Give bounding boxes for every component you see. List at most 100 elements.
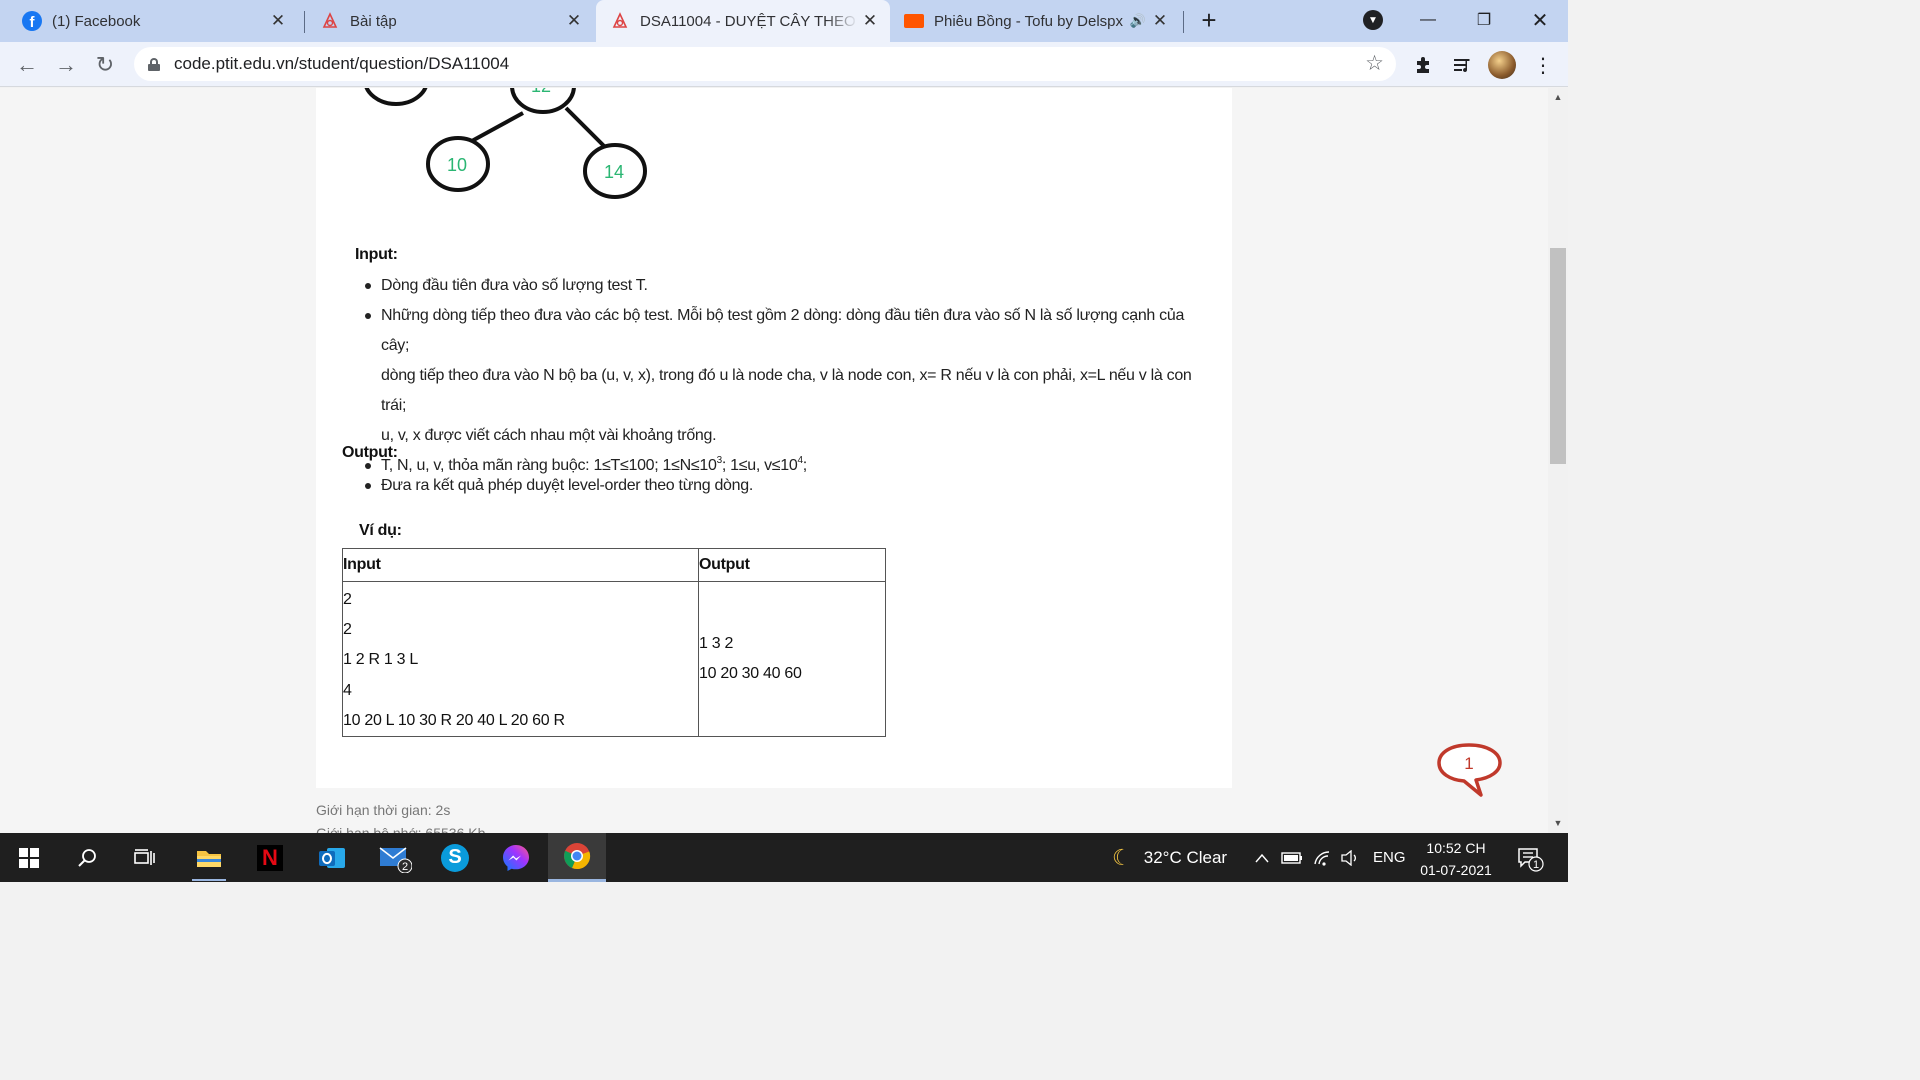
scrollbar-thumb[interactable] [1550, 248, 1566, 464]
example-table: Input Output 2 2 1 2 R 1 3 L 4 10 20 L 1… [342, 548, 886, 737]
ptit-icon [320, 11, 340, 31]
minimize-button[interactable]: — [1402, 0, 1454, 40]
close-tab-icon[interactable]: ✕ [562, 9, 586, 33]
page-viewport: 4 12 10 14 Input: Dòng đầu tiên đưa vào … [0, 88, 1548, 833]
clock[interactable]: 10:52 CH 01-07-2021 [1404, 837, 1508, 881]
tab-title: Phiêu Bồng - Tofu by Delspx [934, 12, 1124, 30]
tab-dsa11004[interactable]: DSA11004 - DUYỆT CÂY THEO MỨC ✕ [596, 0, 890, 42]
ptit-icon [610, 11, 630, 31]
list-item-line: dòng tiếp theo đưa vào N bộ ba (u, v, x)… [381, 367, 1192, 414]
scroll-up-arrow[interactable]: ▲ [1553, 92, 1563, 102]
speaker-icon[interactable]: 🔊 [1130, 13, 1146, 29]
tab-facebook[interactable]: f (1) Facebook ✕ [8, 0, 298, 42]
moon-icon: ☾ [1112, 844, 1132, 870]
tab-separator [304, 11, 305, 33]
netflix-icon[interactable]: N [241, 833, 299, 882]
column-header-input: Input [342, 548, 699, 582]
input-line: 2 [343, 591, 352, 608]
search-icon[interactable] [58, 833, 116, 882]
media-control-icon[interactable] [1447, 50, 1477, 80]
windows-taskbar: N 2 S ☾ 32°C Clear ENG 10:52 CH 01-07-20… [0, 833, 1568, 882]
facebook-icon: f [22, 11, 42, 31]
memory-limit: Giới hạn bộ nhớ: 65536 Kb [316, 825, 486, 833]
start-icon[interactable] [0, 833, 58, 882]
wifi-icon[interactable] [1313, 833, 1333, 882]
notification-count: 1 [1533, 859, 1539, 871]
output-heading: Output: [342, 444, 398, 461]
reload-icon[interactable]: ↻ [90, 50, 120, 80]
binary-tree-figure: 4 12 10 14 [364, 88, 647, 199]
profile-avatar[interactable] [1488, 51, 1516, 79]
example-heading: Ví dụ: [359, 522, 402, 539]
volume-icon[interactable] [1340, 833, 1360, 882]
list-item: Những dòng tiếp theo đưa vào các bộ test… [365, 301, 1215, 451]
input-list: Dòng đầu tiên đưa vào số lượng test T. N… [365, 271, 1215, 481]
clock-time: 10:52 CH [1426, 840, 1486, 856]
tab-soundcloud[interactable]: Phiêu Bồng - Tofu by Delspx 🔊 ✕ [890, 0, 1180, 42]
forward-icon[interactable]: → [51, 50, 81, 80]
task-view-icon[interactable] [116, 833, 174, 882]
chat-bubble-icon[interactable]: 1 [1436, 742, 1504, 800]
tab-bai-tap[interactable]: Bài tập ✕ [306, 0, 594, 42]
lock-icon[interactable] [148, 57, 160, 71]
example-input-cell: 2 2 1 2 R 1 3 L 4 10 20 L 10 30 R 20 40 … [342, 581, 699, 737]
close-window-button[interactable]: ✕ [1514, 0, 1566, 40]
tab-strip: f (1) Facebook ✕ Bài tập ✕ DSA11004 - DU… [0, 0, 1568, 42]
address-bar[interactable]: code.ptit.edu.vn/student/question/DSA110… [134, 47, 1396, 81]
input-line: 10 20 L 10 30 R 20 40 L 20 60 R [343, 711, 565, 729]
clock-date: 01-07-2021 [1420, 862, 1492, 878]
mail-badge: 2 [402, 861, 408, 873]
scroll-down-arrow[interactable]: ▼ [1553, 818, 1563, 828]
back-icon[interactable]: ← [12, 50, 42, 80]
new-tab-button[interactable]: + [1196, 7, 1222, 34]
tab-search-icon[interactable]: ▼ [1363, 10, 1383, 30]
list-item-line: u, v, x được viết cách nhau một vài khoả… [381, 427, 717, 444]
battery-icon[interactable] [1281, 833, 1303, 882]
input-line: 1 2 R 1 3 L [343, 651, 418, 669]
time-limit: Giới hạn thời gian: 2s [316, 802, 451, 818]
chat-count: 1 [1464, 754, 1473, 773]
output-line: 1 3 2 [699, 634, 734, 652]
mail-icon[interactable]: 2 [366, 833, 424, 882]
tree-node-label: 10 [447, 155, 467, 175]
input-heading: Input: [355, 246, 398, 263]
url-text[interactable]: code.ptit.edu.vn/student/question/DSA110… [174, 54, 509, 74]
skype-icon[interactable]: S [426, 833, 484, 882]
messenger-icon[interactable] [487, 833, 545, 882]
list-item: Dòng đầu tiên đưa vào số lượng test T. [365, 271, 1215, 301]
tab-title: DSA11004 - DUYỆT CÂY THEO MỨC [640, 12, 858, 30]
page-scrollbar[interactable]: ▲ ▼ [1548, 88, 1568, 833]
close-tab-icon[interactable]: ✕ [858, 9, 882, 33]
list-item-line: Những dòng tiếp theo đưa vào các bộ test… [381, 307, 1185, 354]
restore-button[interactable]: ❐ [1458, 0, 1510, 40]
browser-toolbar: ← → ↻ code.ptit.edu.vn/student/question/… [0, 42, 1568, 87]
weather-text: 32°C Clear [1143, 847, 1228, 867]
soundcloud-icon [904, 11, 924, 31]
tree-node-label: 4 [391, 88, 401, 90]
column-header-output: Output [698, 548, 886, 582]
list-item: Đưa ra kết quả phép duyệt level-order th… [365, 471, 753, 501]
weather-widget[interactable]: ☾ 32°C Clear [1112, 833, 1227, 882]
example-output-cell: 1 3 2 10 20 30 40 60 [698, 581, 886, 737]
input-line: 4 [343, 681, 352, 699]
chat-widget-button[interactable]: 1 [1436, 742, 1504, 800]
input-line: 2 [343, 621, 352, 639]
chrome-icon[interactable] [548, 833, 606, 882]
outlook-icon[interactable] [303, 833, 361, 882]
file-explorer-icon[interactable] [180, 833, 238, 882]
notification-center-icon[interactable]: 1 [1516, 833, 1544, 882]
tree-node-label: 12 [531, 88, 551, 96]
menu-icon[interactable]: ⋮ [1528, 50, 1558, 80]
output-list: Đưa ra kết quả phép duyệt level-order th… [365, 471, 753, 501]
close-tab-icon[interactable]: ✕ [266, 9, 290, 33]
tab-title: Bài tập [350, 12, 397, 30]
output-line: 10 20 30 40 60 [699, 664, 802, 682]
tab-separator [1183, 11, 1184, 33]
show-hidden-icons[interactable] [1254, 833, 1270, 882]
tree-node-label: 14 [604, 162, 624, 182]
bookmark-star-icon[interactable]: ☆ [1365, 51, 1384, 76]
close-tab-icon[interactable]: ✕ [1148, 9, 1172, 33]
constraint-text: ; [802, 457, 807, 474]
language-indicator[interactable]: ENG [1373, 833, 1406, 882]
extensions-icon[interactable] [1408, 50, 1438, 80]
